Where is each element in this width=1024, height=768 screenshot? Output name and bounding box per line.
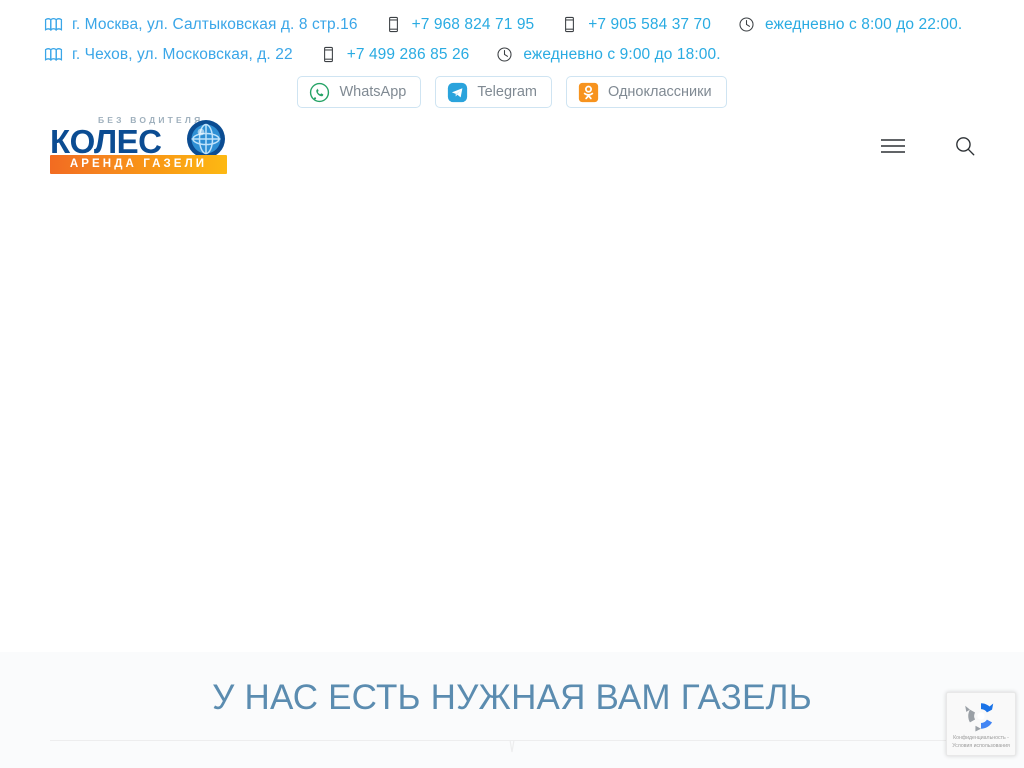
social-buttons-row: WhatsApp Telegram Одноклассники (0, 70, 1024, 110)
logo-subtitle-text: АРЕНДА ГАЗЕЛИ (69, 157, 208, 170)
address-moscow-text: г. Москва, ул. Салтыковская д. 8 стр.16 (72, 15, 358, 33)
phone-chekhov[interactable]: +7 499 286 85 26 (319, 45, 470, 64)
telegram-button[interactable]: Telegram (435, 76, 552, 108)
map-icon (44, 15, 63, 34)
chevron-down-icon (497, 740, 527, 754)
phone-moscow-2-text: +7 905 584 37 70 (588, 15, 711, 33)
hero-banner (0, 182, 1024, 652)
recaptcha-terms-text[interactable]: Условия использования (950, 743, 1012, 751)
odnoklassniki-button[interactable]: Одноклассники (565, 76, 727, 108)
phone-chekhov-text: +7 499 286 85 26 (346, 45, 470, 63)
section-divider (50, 740, 974, 753)
recaptcha-badge[interactable]: Конфиденциальность - Условия использован… (946, 692, 1016, 756)
phone-moscow-1[interactable]: +7 968 824 71 95 (384, 15, 535, 34)
site-logo[interactable]: БЕЗ ВОДИТЕЛЯ КОЛЕС АРЕНДА ГАЗЕЛИ (50, 115, 227, 177)
recaptcha-privacy-text[interactable]: Конфиденциальность - (951, 735, 1011, 743)
address-chekhov-text: г. Чехов, ул. Московская, д. 22 (72, 45, 293, 63)
contact-row-2: г. Чехов, ул. Московская, д. 22 +7 499 2… (0, 39, 1024, 70)
whatsapp-icon (309, 82, 330, 103)
address-chekhov[interactable]: г. Чехов, ул. Московская, д. 22 (44, 45, 293, 64)
logo-subtitle-bar: АРЕНДА ГАЗЕЛИ (50, 155, 227, 174)
page-title: У НАС ЕСТЬ НУЖНАЯ ВАМ ГАЗЕЛЬ (212, 678, 812, 717)
phone-icon (319, 45, 338, 64)
globe-tire-icon (185, 118, 227, 160)
telegram-label: Telegram (477, 84, 537, 100)
phone-icon (384, 15, 403, 34)
phone-moscow-1-text: +7 968 824 71 95 (411, 15, 535, 33)
map-icon (44, 45, 63, 64)
hamburger-menu-icon[interactable] (876, 133, 910, 159)
hours-chekhov: ежедневно с 9:00 до 18:00. (495, 45, 721, 64)
whatsapp-button[interactable]: WhatsApp (297, 76, 422, 108)
whatsapp-label: WhatsApp (339, 84, 407, 100)
clock-icon (737, 15, 756, 34)
logo-wordmark: КОЛЕС (50, 123, 162, 160)
address-moscow[interactable]: г. Москва, ул. Салтыковская д. 8 стр.16 (44, 15, 358, 34)
contact-row-1: г. Москва, ул. Салтыковская д. 8 стр.16 … (0, 10, 1024, 39)
hours-moscow: ежедневно с 8:00 до 22:00. (737, 15, 962, 34)
header-tools (876, 131, 980, 161)
odnoklassniki-label: Одноклассники (607, 84, 712, 100)
hours-moscow-text: ежедневно с 8:00 до 22:00. (764, 15, 963, 33)
phone-moscow-2[interactable]: +7 905 584 37 70 (560, 15, 711, 34)
telegram-icon (447, 82, 468, 103)
hours-chekhov-text: ежедневно с 9:00 до 18:00. (523, 45, 721, 63)
search-icon[interactable] (950, 131, 980, 161)
recaptcha-icon (964, 699, 998, 733)
top-contact-bar: г. Москва, ул. Салтыковская д. 8 стр.16 … (0, 0, 1024, 110)
vehicles-section: У НАС ЕСТЬ НУЖНАЯ ВАМ ГАЗЕЛЬ (0, 652, 1024, 768)
odnoklassniki-icon (578, 82, 599, 103)
phone-icon (560, 15, 579, 34)
clock-icon (495, 45, 514, 64)
site-header: БЕЗ ВОДИТЕЛЯ КОЛЕС АРЕНДА ГАЗЕЛИ (0, 110, 1024, 182)
